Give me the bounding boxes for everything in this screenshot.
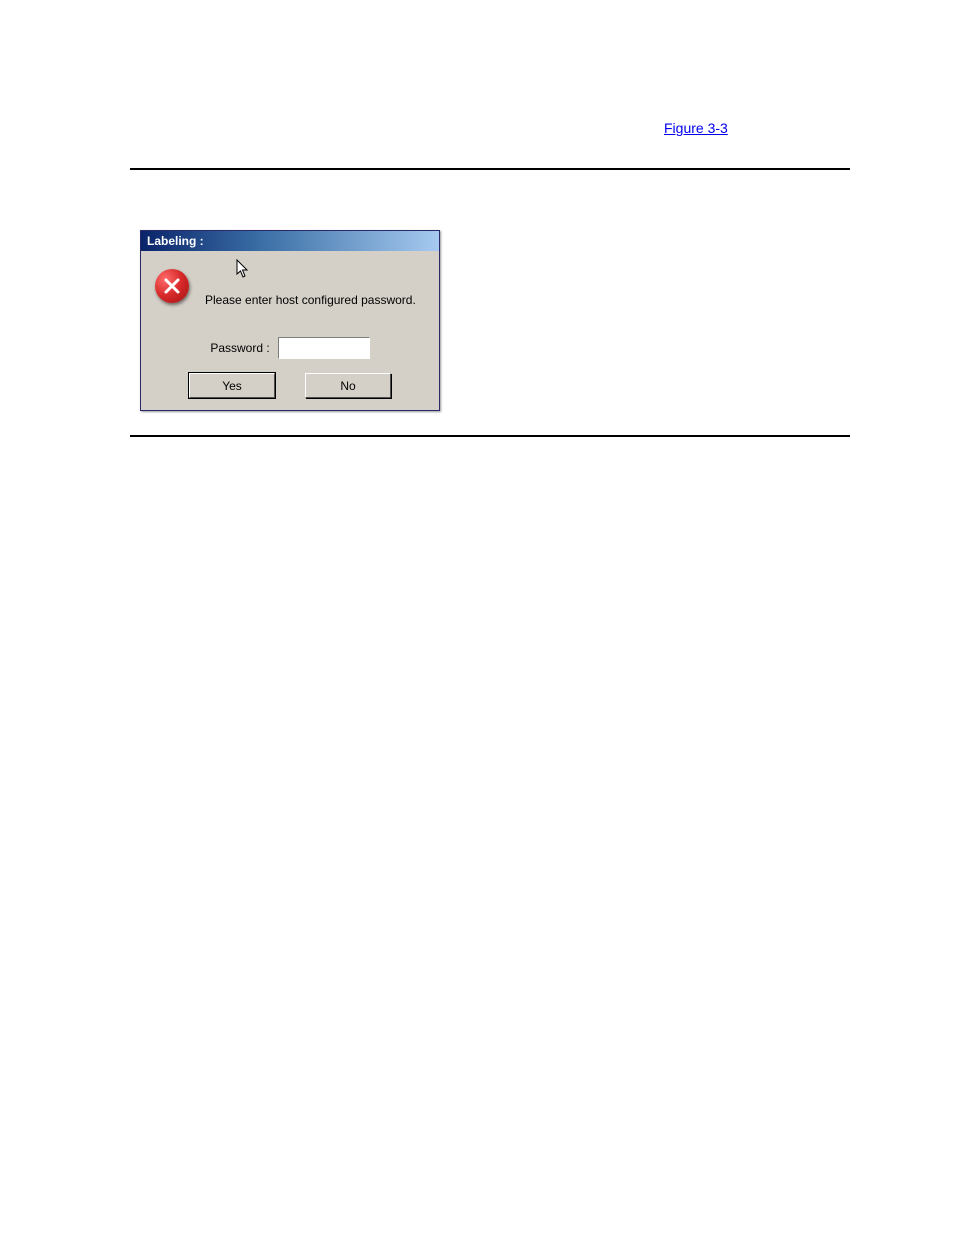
password-input[interactable]: [278, 337, 370, 359]
button-row: Yes No: [155, 373, 425, 398]
message-row: Please enter host configured password.: [155, 265, 425, 309]
divider-bottom: [130, 435, 850, 437]
dialog-message: Please enter host configured password.: [205, 293, 425, 307]
message-area: Please enter host configured password.: [205, 267, 425, 307]
yes-button[interactable]: Yes: [189, 373, 275, 398]
figure-link[interactable]: Figure 3-3: [664, 120, 728, 136]
cursor-arrow-icon: [235, 259, 251, 279]
error-icon: [155, 269, 191, 305]
password-label: Password :: [210, 341, 269, 355]
dialog-body: Please enter host configured password. P…: [141, 251, 439, 410]
password-dialog: Labeling :: [140, 230, 440, 411]
divider-top: [130, 168, 850, 170]
page-content: Figure 3-3 Labeling :: [130, 120, 850, 437]
dialog-figure: Labeling :: [140, 230, 850, 411]
dialog-title: Labeling :: [147, 234, 204, 248]
dialog-title-bar: Labeling :: [141, 231, 439, 251]
no-button[interactable]: No: [305, 373, 391, 398]
password-row: Password :: [155, 337, 425, 359]
error-x-icon: [155, 269, 189, 303]
